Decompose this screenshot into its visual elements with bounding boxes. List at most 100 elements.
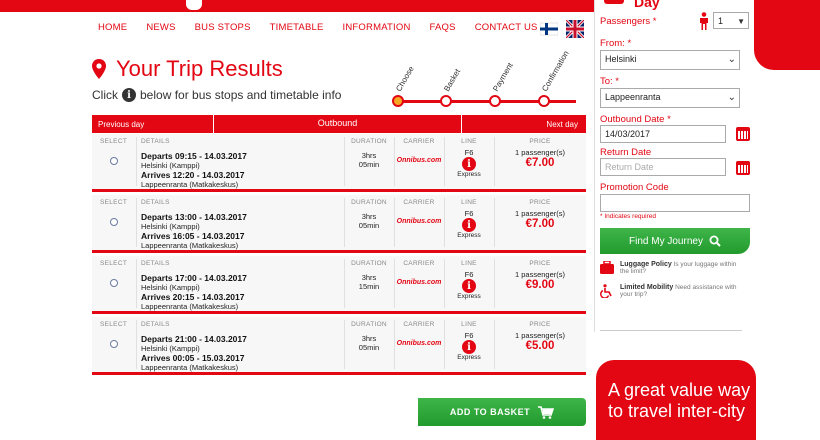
- duration-cell: DURATION 3hrs 15min: [344, 260, 394, 291]
- return-date-placeholder: Return Date: [605, 162, 654, 172]
- luggage-policy-link[interactable]: Luggage Policy Is your luggage within th…: [620, 261, 745, 275]
- line-number: F6: [464, 331, 474, 340]
- column-separator: [136, 198, 137, 247]
- add-to-basket-label: ADD TO BASKET: [449, 407, 531, 417]
- to-value: Lappeenranta: [605, 92, 661, 102]
- details-header: DETAILS: [141, 260, 170, 267]
- line-info-icon[interactable]: i: [462, 340, 476, 354]
- next-day-link[interactable]: Next day: [462, 115, 586, 133]
- progress-step-choose: [392, 95, 404, 107]
- select-header: SELECT: [100, 321, 128, 328]
- passenger-count: 1 passenger(s): [514, 331, 566, 340]
- passengers-value: 1: [718, 16, 724, 26]
- wheelchair-icon: [600, 284, 612, 298]
- arrival-time: Arrives 12:20 - 14.03.2017: [141, 170, 245, 180]
- carrier-logo: Onnibus.com: [396, 279, 442, 286]
- person-icon: [700, 12, 708, 30]
- line-info-icon[interactable]: i: [462, 157, 476, 171]
- find-journey-button[interactable]: Find My Journey: [600, 228, 750, 254]
- results-header: Previous day Outbound Next day: [92, 115, 586, 133]
- calendar-icon[interactable]: [736, 161, 750, 175]
- duration-minutes: 05min: [358, 343, 380, 352]
- passengers-label: Passengers *: [600, 16, 657, 27]
- subtitle-text-post: below for bus stops and timetable info: [140, 88, 342, 102]
- trip-row[interactable]: SELECT DETAILS Departs 13:00 - 14.03.201…: [92, 195, 586, 253]
- search-icon: [709, 235, 721, 247]
- origin-stop: Helsinki (Kamppi): [141, 222, 200, 231]
- duration-minutes: 15min: [358, 282, 380, 291]
- trip-row[interactable]: SELECT DETAILS Departs 21:00 - 14.03.201…: [92, 317, 586, 375]
- luggage-policy-title: Luggage Policy: [620, 261, 672, 268]
- return-date-input[interactable]: Return Date: [600, 158, 726, 176]
- trip-row[interactable]: SELECT DETAILS Departs 17:00 - 14.03.201…: [92, 256, 586, 314]
- previous-day-link[interactable]: Previous day: [92, 115, 214, 133]
- trip-price: €5.00: [525, 340, 555, 352]
- column-separator: [136, 320, 137, 369]
- direction-title: Outbound: [214, 115, 462, 133]
- carrier-cell: CARRIER Onnibus.com: [394, 260, 444, 286]
- departure-time: Departs 09:15 - 14.03.2017: [141, 151, 247, 161]
- trip-price: €7.00: [525, 218, 555, 230]
- nav-information[interactable]: INFORMATION: [343, 22, 411, 33]
- nav-bus-stops[interactable]: BUS STOPS: [195, 22, 251, 33]
- progress-step-payment: [489, 95, 501, 107]
- outbound-date-label: Outbound Date *: [600, 114, 671, 125]
- arrival-time: Arrives 20:15 - 14.03.2017: [141, 292, 245, 302]
- trip-row[interactable]: SELECT DETAILS Departs 09:15 - 14.03.201…: [92, 134, 586, 192]
- line-type: Express: [457, 171, 481, 178]
- nav-contact-us[interactable]: CONTACT US: [475, 22, 538, 33]
- line-type: Express: [457, 232, 481, 239]
- trip-select-radio[interactable]: [110, 157, 118, 165]
- progress-step-basket: [440, 95, 452, 107]
- destination-stop: Lappeenranta (Matkakeskus): [141, 180, 239, 189]
- select-cell: SELECT: [100, 260, 130, 267]
- trip-select-radio[interactable]: [110, 218, 118, 226]
- to-label: To: *: [600, 76, 620, 87]
- promotion-code-input[interactable]: [600, 194, 750, 212]
- uk-flag-icon[interactable]: [566, 20, 584, 38]
- passenger-count: 1 passenger(s): [514, 148, 566, 157]
- progress-step-confirmation: [538, 95, 550, 107]
- limited-mobility-link[interactable]: Limited Mobility Need assistance with yo…: [620, 284, 745, 298]
- line-header: LINE: [461, 321, 477, 328]
- line-info-icon[interactable]: i: [462, 279, 476, 293]
- calendar-icon[interactable]: [736, 127, 750, 141]
- line-info-icon[interactable]: i: [462, 218, 476, 232]
- finnish-flag-icon[interactable]: [540, 20, 558, 38]
- details-cell: DETAILS Departs 21:00 - 14.03.2017 Helsi…: [141, 321, 341, 372]
- trip-select-radio[interactable]: [110, 279, 118, 287]
- carrier-cell: CARRIER Onnibus.com: [394, 199, 444, 225]
- panel-divider: [600, 330, 742, 331]
- main-nav: HOME NEWS BUS STOPS TIMETABLE INFORMATIO…: [98, 22, 538, 33]
- details-cell: DETAILS Departs 09:15 - 14.03.2017 Helsi…: [141, 138, 341, 189]
- nav-news[interactable]: NEWS: [146, 22, 175, 33]
- nav-faqs[interactable]: FAQS: [430, 22, 456, 33]
- price-cell: PRICE 1 passenger(s) €7.00: [494, 138, 586, 169]
- carrier-header: CARRIER: [403, 138, 435, 145]
- find-journey-label: Find My Journey: [629, 235, 703, 247]
- destination-stop: Lappeenranta (Matkakeskus): [141, 363, 239, 372]
- line-cell: LINE F6 i Express: [444, 321, 494, 361]
- line-cell: LINE F6 i Express: [444, 260, 494, 300]
- progress-label-confirmation: Confirmation: [540, 49, 571, 93]
- panel-heading: Day: [598, 0, 758, 10]
- add-to-basket-button[interactable]: ADD TO BASKET: [418, 398, 586, 426]
- nav-home[interactable]: HOME: [98, 22, 127, 33]
- line-type: Express: [457, 293, 481, 300]
- trip-select-radio[interactable]: [110, 340, 118, 348]
- to-select[interactable]: Lappeenranta ⌄: [600, 88, 740, 108]
- outbound-date-input[interactable]: 14/03/2017: [600, 125, 726, 143]
- carrier-logo: Onnibus.com: [396, 218, 442, 225]
- duration-hours: 3hrs: [361, 273, 377, 282]
- passengers-select[interactable]: 1 ▼: [713, 12, 749, 29]
- departure-time: Departs 17:00 - 14.03.2017: [141, 273, 247, 283]
- column-separator: [136, 137, 137, 186]
- from-select[interactable]: Helsinki ⌄: [600, 50, 740, 70]
- page-title: Your Trip Results: [116, 56, 283, 81]
- column-separator: [136, 259, 137, 308]
- price-header: PRICE: [529, 138, 551, 145]
- carrier-logo: Onnibus.com: [396, 157, 442, 164]
- price-header: PRICE: [529, 199, 551, 206]
- nav-timetable[interactable]: TIMETABLE: [270, 22, 324, 33]
- header-accent: [754, 0, 820, 70]
